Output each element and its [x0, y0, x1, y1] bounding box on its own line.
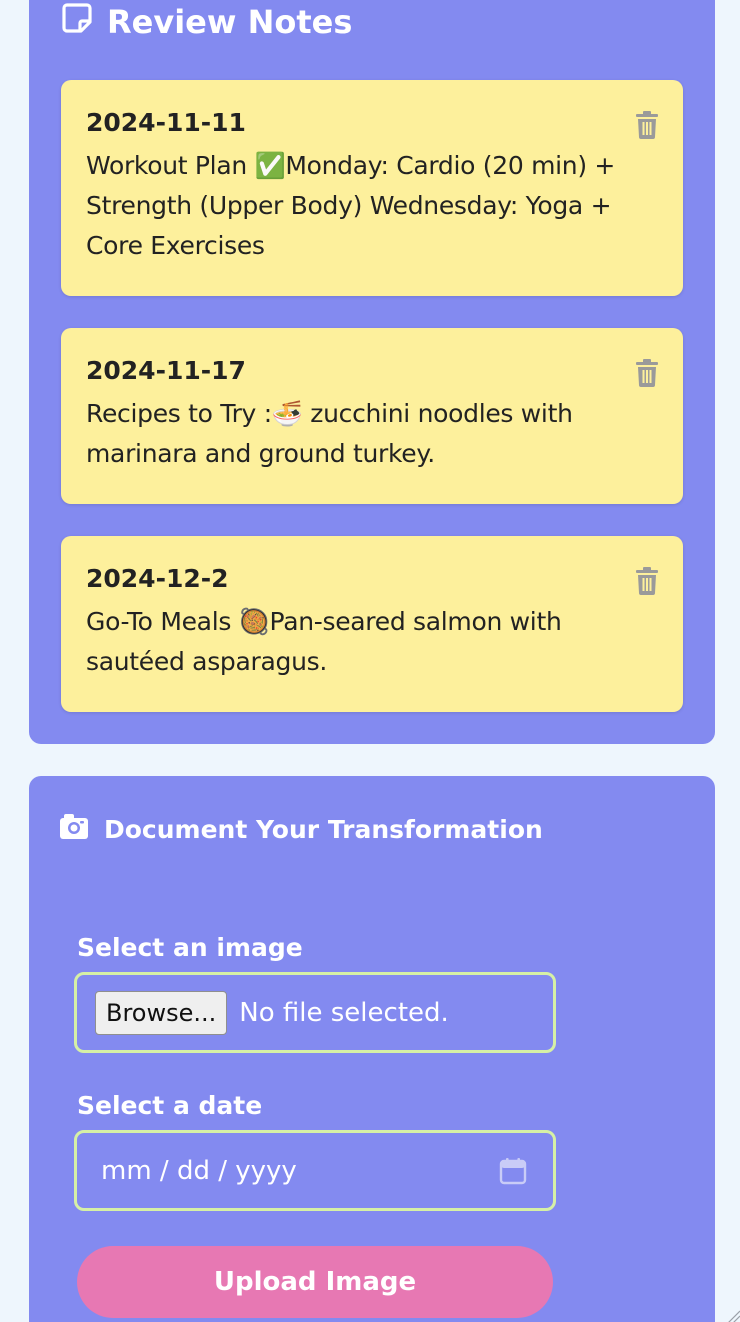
upload-title-text: Document Your Transformation	[104, 814, 543, 844]
image-file-input[interactable]: Browse... No file selected.	[74, 972, 556, 1053]
note-date: 2024-11-17	[86, 356, 246, 385]
trash-icon[interactable]	[635, 111, 659, 139]
calendar-icon[interactable]	[499, 1157, 527, 1185]
image-field-label: Select an image	[77, 933, 303, 962]
trash-icon[interactable]	[635, 567, 659, 595]
no-file-selected-text: No file selected.	[239, 997, 449, 1028]
browse-button[interactable]: Browse...	[95, 990, 228, 1035]
trash-icon[interactable]	[635, 359, 659, 387]
date-field-label: Select a date	[77, 1091, 263, 1120]
review-notes-title: Review Notes	[61, 0, 352, 44]
resize-handle-icon[interactable]	[726, 1308, 740, 1322]
camera-icon	[60, 813, 88, 845]
note-date: 2024-11-11	[86, 108, 246, 137]
review-notes-title-text: Review Notes	[107, 3, 353, 41]
note-text: Recipes to Try :🍜 zucchini noodles with …	[86, 399, 573, 468]
upload-title: Document Your Transformation	[60, 812, 543, 846]
date-placeholder: mm / dd / yyyy	[101, 1155, 297, 1186]
upload-image-button[interactable]: Upload Image	[77, 1246, 553, 1318]
note-card: 2024-12-2 Go-To Meals 🥘Pan-seared salmon…	[61, 536, 683, 712]
review-notes-panel: Review Notes 2024-11-11 Workout Plan ✅Mo…	[29, 0, 715, 744]
note-text: Workout Plan ✅Monday: Cardio (20 min) + …	[86, 151, 616, 260]
sticky-note-icon	[61, 2, 93, 42]
date-input[interactable]: mm / dd / yyyy	[74, 1130, 556, 1211]
note-card: 2024-11-11 Workout Plan ✅Monday: Cardio …	[61, 80, 683, 296]
transformation-upload-panel: Document Your Transformation Select an i…	[29, 776, 715, 1322]
note-text: Go-To Meals 🥘Pan-seared salmon with saut…	[86, 607, 562, 676]
note-card: 2024-11-17 Recipes to Try :🍜 zucchini no…	[61, 328, 683, 504]
note-date: 2024-12-2	[86, 564, 229, 593]
